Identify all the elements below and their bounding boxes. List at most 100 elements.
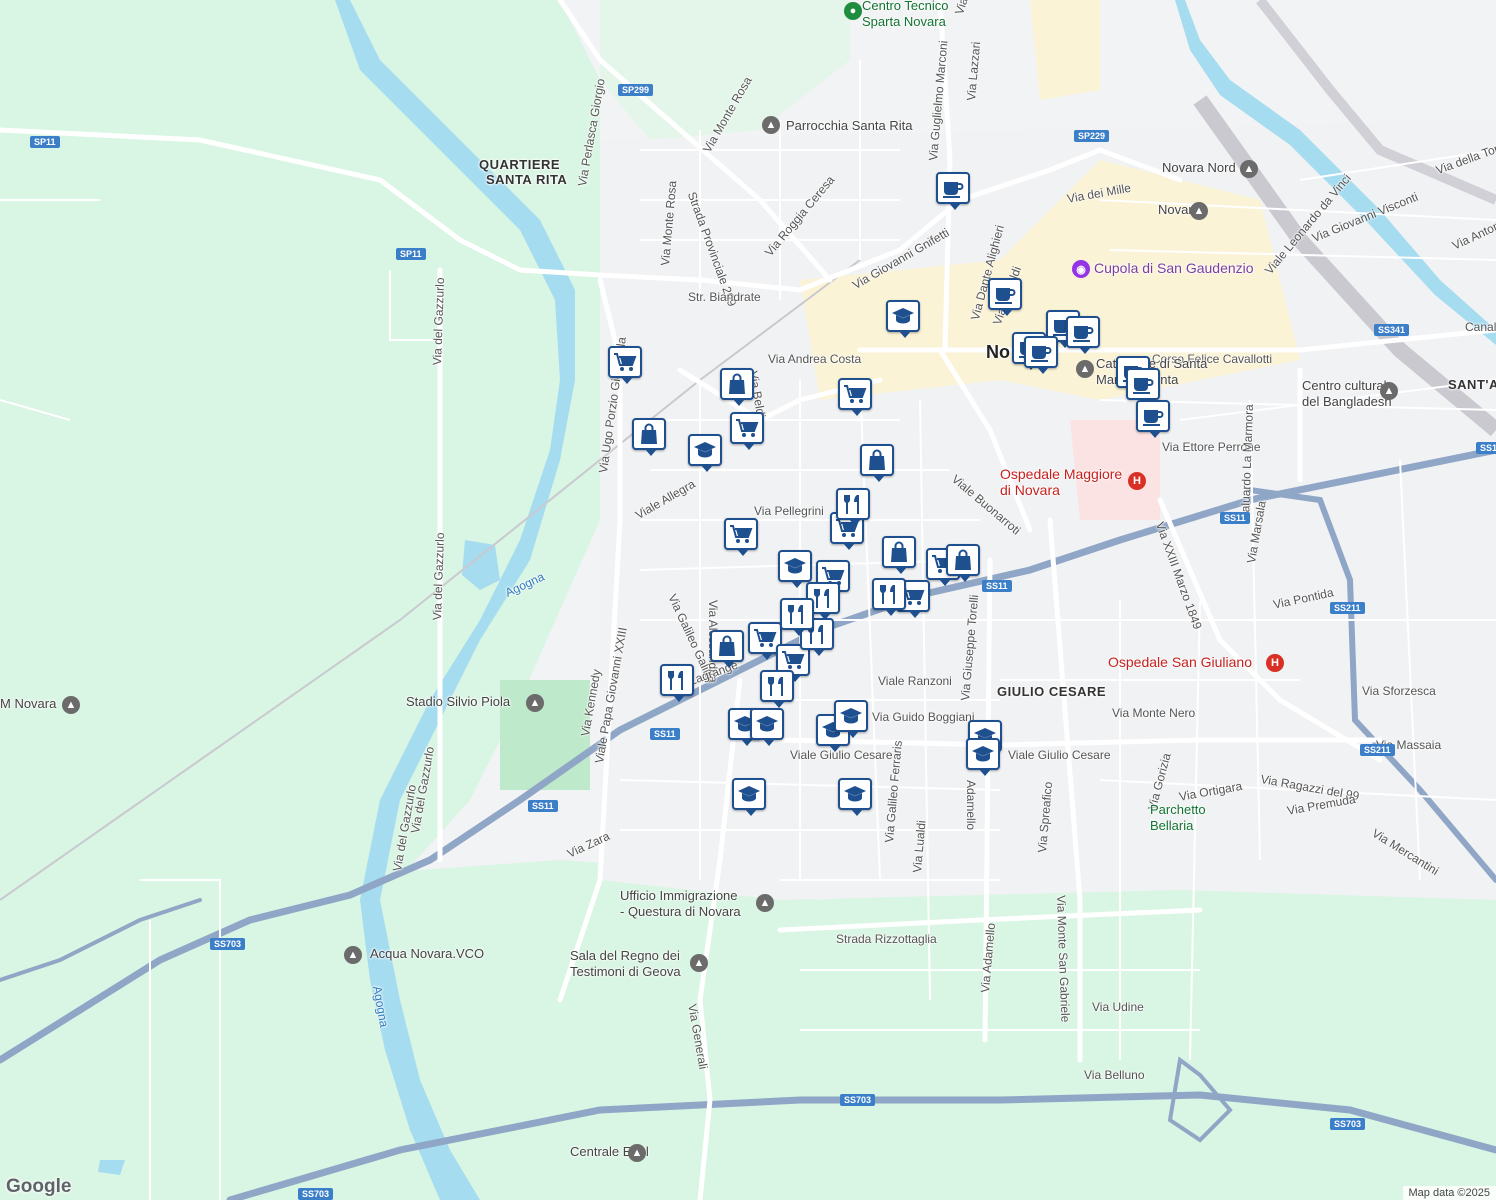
map-pin-restaurant[interactable] xyxy=(836,488,870,526)
road-shield: SS11 xyxy=(528,800,558,812)
place-acqua-novara-vco[interactable]: Acqua Novara.VCO xyxy=(370,946,484,962)
restaurant-icon xyxy=(665,669,689,691)
graduation-cap-icon xyxy=(891,305,915,327)
cart-icon xyxy=(781,649,805,671)
place-sala-del-regno-dei-testimoni-di-geova[interactable]: Sala del Regno dei Testimoni di Geova xyxy=(570,948,681,980)
map-pin-bag[interactable] xyxy=(882,536,916,574)
map-pin-graduation-cap[interactable] xyxy=(688,434,722,472)
map-pin-cart[interactable] xyxy=(838,378,872,416)
graduation-cap-icon xyxy=(971,743,995,765)
place-marker-icon[interactable]: ▲ xyxy=(756,894,774,912)
place-label-line: Bellaria xyxy=(1150,818,1194,833)
place-marker-icon[interactable]: ▲ xyxy=(628,1144,646,1162)
graduation-cap-icon xyxy=(839,705,863,727)
place-ospedale-san-giuliano[interactable]: Ospedale San Giuliano xyxy=(1108,654,1252,670)
street-label: Canale Quintino Sella xyxy=(1465,320,1496,334)
street-label: Via Monte Nero xyxy=(1112,706,1196,720)
road-shield: SS703 xyxy=(840,1094,876,1106)
map-pin-graduation-cap[interactable] xyxy=(732,778,766,816)
coffee-icon xyxy=(1071,321,1095,343)
map-pin-restaurant[interactable] xyxy=(780,598,814,636)
map-pin-bag[interactable] xyxy=(720,368,754,406)
street-label: Str. Biandrate xyxy=(688,290,761,304)
map-pin-restaurant[interactable] xyxy=(872,578,906,616)
place-marker-icon[interactable]: ▲ xyxy=(344,946,362,964)
restaurant-icon xyxy=(785,603,809,625)
map-canvas[interactable]: Via LocchiVia LazzariVia Guglielmo Marco… xyxy=(0,0,1496,1200)
coffee-icon xyxy=(1029,341,1053,363)
map-pin-cart[interactable] xyxy=(730,412,764,450)
map-pin-graduation-cap[interactable] xyxy=(838,778,872,816)
map-pin-cart[interactable] xyxy=(608,346,642,384)
place-marker-icon[interactable]: ▲ xyxy=(1380,382,1398,400)
place-stadio-silvio-piola[interactable]: Stadio Silvio Piola xyxy=(406,694,510,710)
bag-icon xyxy=(951,549,975,571)
place-label-line: Centro Tecnico xyxy=(862,0,949,13)
bag-icon xyxy=(865,449,889,471)
bag-icon xyxy=(725,373,749,395)
map-pin-bag[interactable] xyxy=(710,630,744,668)
restaurant-icon xyxy=(765,675,789,697)
road-shield: SS341 xyxy=(1374,324,1410,336)
map-pin-coffee[interactable] xyxy=(988,278,1022,316)
map-pin-cart[interactable] xyxy=(724,518,758,556)
bag-icon xyxy=(637,423,661,445)
street-label: Strada Rizzottaglia xyxy=(836,932,937,946)
place-label-line: Sparta Novara xyxy=(862,14,946,29)
cart-icon xyxy=(843,383,867,405)
map-pin-bag[interactable] xyxy=(860,444,894,482)
place-label-line: di Novara xyxy=(1000,482,1060,498)
street-label: Adamello xyxy=(964,780,978,831)
place-m-novara[interactable]: M Novara xyxy=(0,696,56,712)
graduation-cap-icon xyxy=(755,713,779,735)
map-pin-restaurant[interactable] xyxy=(760,670,794,708)
map-pin-coffee[interactable] xyxy=(1126,368,1160,406)
coffee-icon xyxy=(1131,373,1155,395)
place-marker-icon[interactable]: ▲ xyxy=(526,694,544,712)
place-parrocchia-santa-rita[interactable]: Parrocchia Santa Rita xyxy=(786,118,912,134)
map-pin-bag[interactable] xyxy=(946,544,980,582)
street-label: Via Belluno xyxy=(1084,1068,1145,1082)
place-marker-icon[interactable]: ▲ xyxy=(62,696,80,714)
map-pin-bag[interactable] xyxy=(632,418,666,456)
place-marker-icon[interactable]: ▲ xyxy=(690,954,708,972)
map-attribution[interactable]: Map data ©2025 xyxy=(1402,1186,1496,1200)
road-shield: SP11 xyxy=(30,136,60,148)
place-novara-nord[interactable]: Novara Nord xyxy=(1162,160,1236,176)
graduation-cap-icon xyxy=(843,783,867,805)
map-pin-coffee[interactable] xyxy=(1066,316,1100,354)
place-marker-icon[interactable]: ▲ xyxy=(1190,202,1208,220)
place-centro-tecnico-sparta-novara[interactable]: Centro Tecnico Sparta Novara xyxy=(862,0,948,30)
place-parchetto-bellaria[interactable]: Parchetto Bellaria xyxy=(1150,802,1206,834)
cart-icon xyxy=(753,627,777,649)
map-pin-restaurant[interactable] xyxy=(660,664,694,702)
graduation-cap-icon xyxy=(693,439,717,461)
place-label-line: Parchetto xyxy=(1150,802,1206,817)
place-marker-icon[interactable]: H xyxy=(1266,654,1284,672)
road-shield: SS11 xyxy=(982,580,1012,592)
district-label: QUARTIERE xyxy=(479,157,561,172)
place-marker-icon[interactable]: ▲ xyxy=(1240,160,1258,178)
map-pin-graduation-cap[interactable] xyxy=(886,300,920,338)
map-pin-graduation-cap[interactable] xyxy=(834,700,868,738)
place-marker-icon[interactable]: ◉ xyxy=(1072,260,1090,278)
map-pin-graduation-cap[interactable] xyxy=(966,738,1000,776)
place-ospedale-maggiore-di-novara[interactable]: Ospedale Maggiore di Novara xyxy=(1000,466,1122,498)
graduation-cap-icon xyxy=(737,783,761,805)
restaurant-icon xyxy=(841,493,865,515)
map-pin-graduation-cap[interactable] xyxy=(750,708,784,746)
place-marker-icon[interactable]: ● xyxy=(844,2,862,20)
place-marker-icon[interactable]: H xyxy=(1128,472,1146,490)
place-label-line: Ospedale Maggiore xyxy=(1000,466,1123,482)
map-pin-coffee[interactable] xyxy=(1136,400,1170,438)
place-label-line: - Questura di Novara xyxy=(620,904,741,919)
place-marker-icon[interactable]: ▲ xyxy=(1076,360,1094,378)
place-ufficio-immigrazione-questura-di-novara[interactable]: Ufficio Immigrazione - Questura di Novara xyxy=(620,888,741,920)
map-pin-coffee[interactable] xyxy=(936,172,970,210)
place-cupola-di-san-gaudenzio[interactable]: Cupola di San Gaudenzio xyxy=(1094,260,1254,276)
map-pin-coffee[interactable] xyxy=(1024,336,1058,374)
place-label-line: Testimoni di Geova xyxy=(570,964,681,979)
road-shield: SS211 xyxy=(1360,744,1395,756)
place-marker-icon[interactable]: ▲ xyxy=(762,116,780,134)
map-pin-graduation-cap[interactable] xyxy=(778,550,812,588)
